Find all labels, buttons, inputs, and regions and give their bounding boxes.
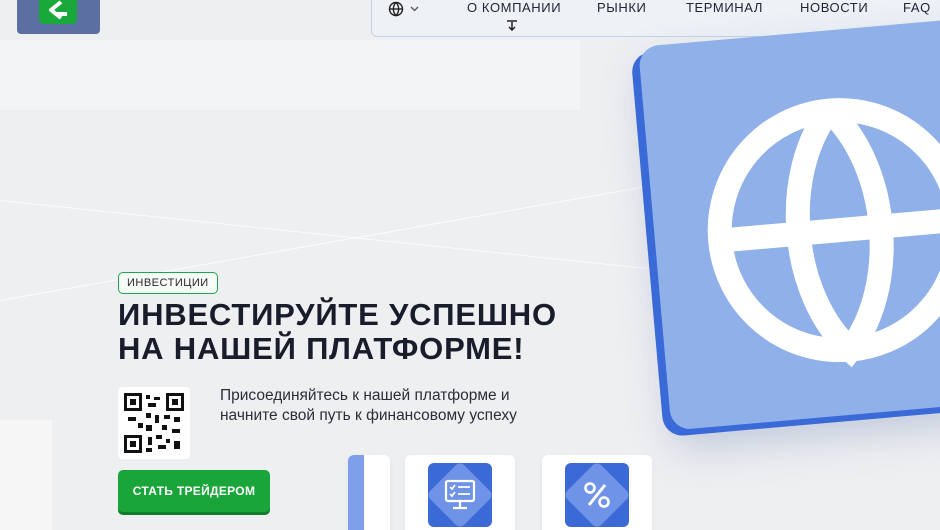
nav-terminal[interactable]: ТЕРМИНАЛ bbox=[686, 0, 763, 15]
description-line-2: начните свой путь к финансовому успеху bbox=[220, 407, 517, 424]
arrow-down-icon[interactable] bbox=[506, 19, 518, 31]
globe-icon bbox=[388, 1, 404, 17]
feature-card[interactable] bbox=[405, 455, 515, 530]
monitor-checklist-icon bbox=[428, 463, 492, 527]
globe-icon bbox=[707, 98, 940, 368]
page-title: ИНВЕСТИРУЙТЕ УСПЕШНО НА НАШЕЙ ПЛАТФОРМЕ! bbox=[118, 298, 578, 366]
headline-line-2: НА НАШЕЙ ПЛАТФОРМЕ! bbox=[118, 331, 525, 366]
chevron-down-icon bbox=[410, 6, 419, 12]
background-panel bbox=[0, 40, 580, 110]
nav-news[interactable]: НОВОСТИ bbox=[800, 0, 868, 15]
description-line-1: Присоединяйтесь к нашей платформе и bbox=[220, 387, 510, 404]
headline-line-1: ИНВЕСТИРУЙТЕ УСПЕШНО bbox=[118, 297, 557, 332]
language-selector[interactable] bbox=[388, 1, 419, 17]
nav-faq[interactable]: FAQ bbox=[903, 0, 931, 15]
category-badge: ИНВЕСТИЦИИ bbox=[118, 272, 218, 294]
percent-icon bbox=[565, 463, 629, 527]
nav-about[interactable]: О КОМПАНИИ bbox=[467, 0, 561, 15]
brand-logo-icon bbox=[39, 0, 77, 24]
feature-icon-partial bbox=[348, 455, 364, 530]
hero-description: Присоединяйтесь к нашей платформе и начн… bbox=[220, 386, 580, 426]
qr-code-icon bbox=[118, 387, 190, 459]
background-panel bbox=[0, 420, 52, 530]
feature-card[interactable] bbox=[348, 455, 390, 530]
hero-illustration bbox=[638, 17, 940, 431]
nav-markets[interactable]: РЫНКИ bbox=[597, 0, 646, 15]
become-trader-button[interactable]: СТАТЬ ТРЕЙДЕРОМ bbox=[118, 470, 270, 512]
logo[interactable] bbox=[17, 0, 100, 34]
feature-card[interactable] bbox=[542, 455, 652, 530]
